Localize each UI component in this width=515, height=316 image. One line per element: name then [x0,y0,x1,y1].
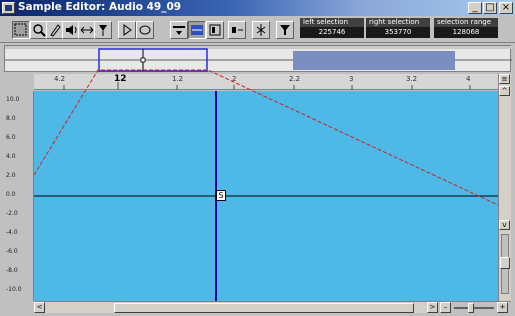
scale-label: 2.0 [6,172,16,179]
loop-button[interactable] [136,21,154,39]
scroll-left-button[interactable]: < [34,302,45,313]
ruler-menu-button[interactable]: ≡ [499,74,510,84]
minimize-button[interactable]: _ [468,2,482,14]
horizontal-scroll-thumb[interactable] [114,303,414,313]
zoom-out-button[interactable]: – [440,302,451,313]
scale-label: -6.0 [6,248,18,255]
ruler-tick-label: 12 [114,74,127,84]
ruler-tick-label: 2.2 [289,75,301,83]
range-selection-tool-icon[interactable] [12,21,30,39]
right-selection-field[interactable]: right selection 353770 [366,18,430,38]
overview-graphic [5,46,512,72]
snap-point-marker[interactable]: S [216,190,226,201]
overview-event-block [293,51,455,70]
selection-range-value[interactable]: 128068 [434,27,498,38]
scroll-right-button[interactable]: > [427,302,438,313]
app-icon[interactable] [2,2,15,14]
right-selection-value[interactable]: 353770 [366,27,430,38]
scale-label: 6.0 [6,134,16,141]
cut-tool-icon[interactable] [252,21,270,39]
zoom-in-button[interactable]: + [497,302,508,313]
left-selection-field[interactable]: left selection 225746 [300,18,364,38]
snap-to-zero-button[interactable] [188,21,206,39]
zoom-track[interactable] [454,307,494,309]
hitpoints-button[interactable] [228,21,246,39]
level-scale: 10.0 8.0 6.0 4.0 2.0 0.0 -2.0 -4.0 -6.0 … [4,91,34,301]
scale-label: -2.0 [6,210,18,217]
left-selection-label: left selection [300,18,364,27]
vertical-scrollbar[interactable]: ≡ ^ v [498,74,511,301]
scale-label: -10.0 [6,286,22,293]
scale-label: 0.0 [6,191,16,198]
scale-label: 8.0 [6,115,16,122]
horizontal-scrollbar[interactable]: < > [34,301,438,313]
time-ruler[interactable]: 4.2 12 1.2 2 2.2 3 3.2 4 [34,74,498,90]
waveform-display[interactable]: S [34,91,498,301]
waveform-graphic [34,91,498,301]
ruler-tick-label: 3 [349,75,354,83]
scroll-up-button[interactable]: ^ [499,86,510,96]
scale-label: -8.0 [6,267,18,274]
play-button[interactable] [118,21,136,39]
ruler-tick-label: 1.2 [172,75,184,83]
right-selection-label: right selection [366,18,430,27]
left-selection-value[interactable]: 225746 [300,27,364,38]
close-button[interactable]: × [499,2,513,14]
ruler-tick-label: 4.2 [54,75,66,83]
zoom-handle[interactable] [468,303,474,313]
ruler-tick-label: 3.2 [406,75,418,83]
ruler-tick-label: 4 [466,75,471,83]
vertical-zoom-handle[interactable] [500,257,510,269]
scale-label: -4.0 [6,229,18,236]
snap-tool-icon[interactable] [94,21,112,39]
show-regions-button[interactable] [170,21,188,39]
scale-label: 10.0 [6,96,20,103]
scroll-down-button[interactable]: v [499,220,510,230]
selection-range-label: selection range [434,18,498,27]
ruler-ticks [63,82,471,90]
horizontal-zoom-control[interactable]: – + [438,301,511,313]
maximize-button[interactable]: □ [483,2,497,14]
vertical-zoom-slider[interactable] [500,234,510,294]
window-title: Sample Editor: Audio 49_09 [18,1,182,13]
show-envelope-button[interactable] [206,21,224,39]
overview-strip[interactable] [4,45,512,72]
selection-range-field[interactable]: selection range 128068 [434,18,498,38]
scale-label: 4.0 [6,153,16,160]
ruler-tick-label: 2 [232,75,237,83]
funnel-icon[interactable] [276,21,294,39]
